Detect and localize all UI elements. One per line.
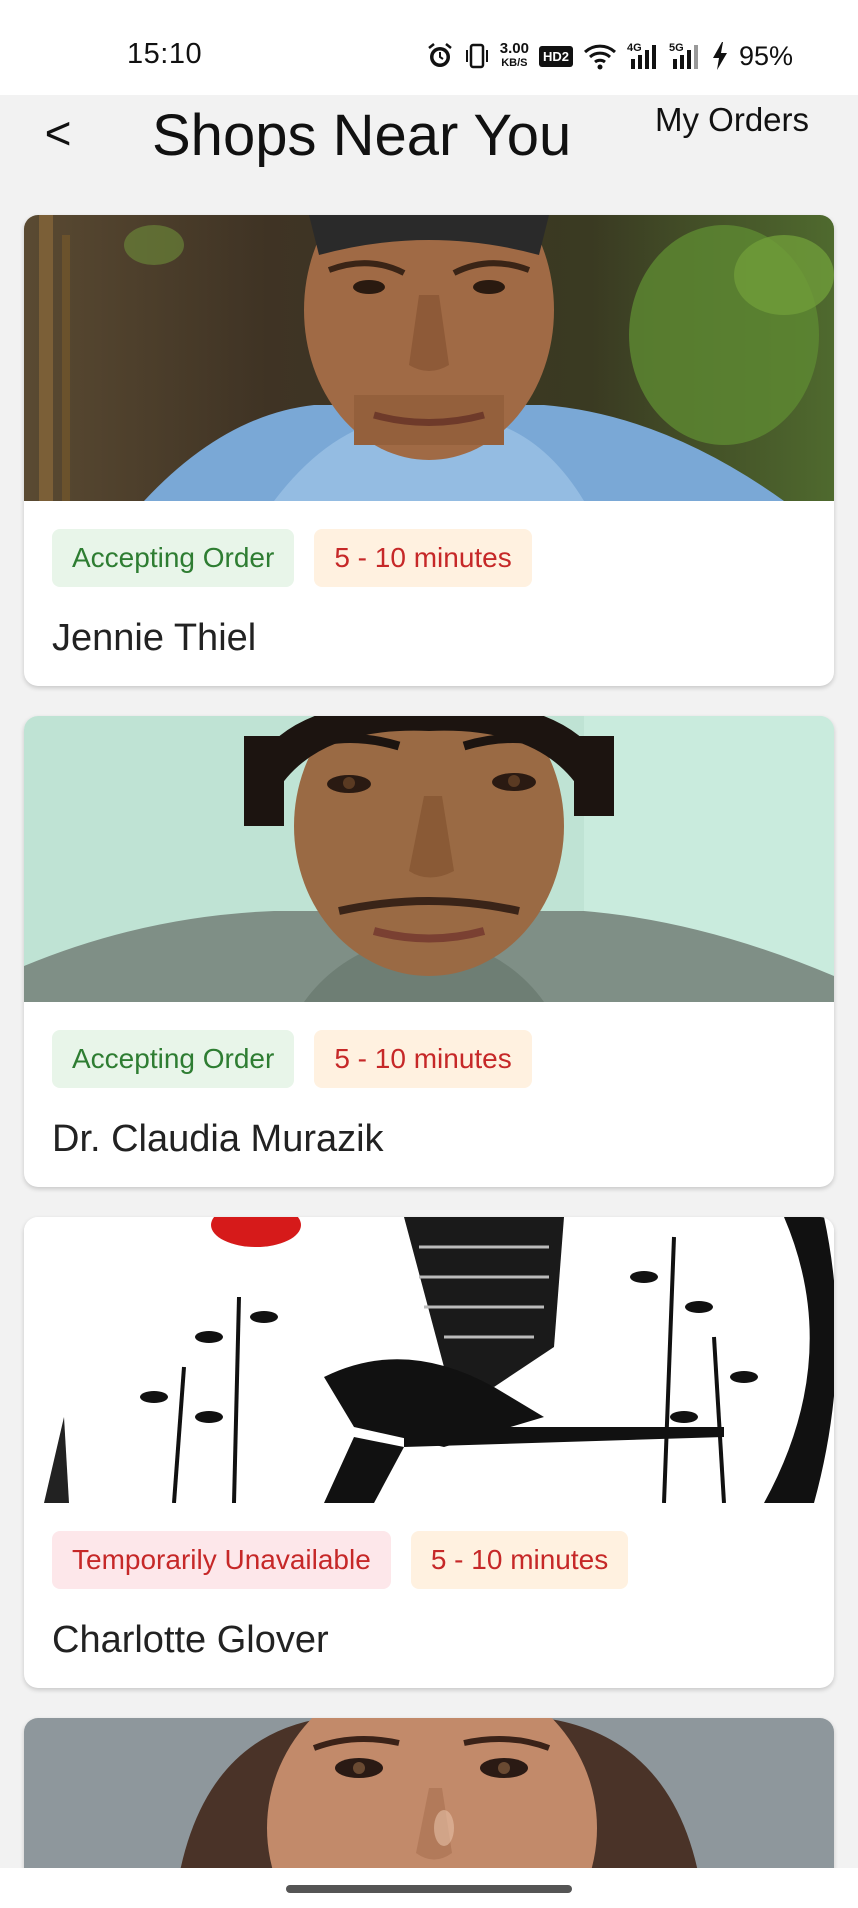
status-time: 15:10 [127, 38, 203, 70]
eta-badge: 5 - 10 minutes [314, 1030, 532, 1088]
shop-image [24, 716, 834, 1002]
shop-image [24, 215, 834, 501]
home-indicator[interactable] [286, 1885, 572, 1893]
shop-card[interactable]: Temporarily Unavailable 5 - 10 minutes C… [24, 1217, 834, 1688]
status-bar: 15:10 3.00 KB/S HD2 4G 5G 95% [0, 0, 858, 95]
status-icons: 3.00 KB/S HD2 4G 5G 95% [426, 36, 793, 76]
shop-name: Jennie Thiel [52, 617, 257, 659]
shop-badges: Accepting Order 5 - 10 minutes [52, 1030, 532, 1088]
shop-image [24, 1217, 834, 1503]
battery-percent: 95% [738, 40, 793, 71]
hd-badge: HD2 [538, 45, 573, 67]
charging-icon [711, 41, 729, 71]
status-badge: Accepting Order [52, 1030, 295, 1088]
vibrate-icon [464, 42, 490, 70]
sim1-label: 4G [627, 42, 642, 54]
signal-icon: 5G [669, 41, 701, 71]
eta-badge: 5 - 10 minutes [410, 1531, 629, 1589]
shop-badges: Temporarily Unavailable 5 - 10 minutes [52, 1531, 629, 1589]
shop-card[interactable]: Accepting Order 5 - 10 minutes Dr. Claud… [24, 716, 834, 1187]
speed-unit: KB/S [501, 57, 528, 69]
shop-card[interactable]: Accepting Order 5 - 10 minutes Jennie Th… [24, 215, 834, 686]
my-orders-link[interactable]: My Orders [655, 100, 809, 140]
shop-name: Dr. Claudia Murazik [52, 1118, 384, 1160]
signal-icon: 4G [627, 41, 659, 71]
status-badge: Accepting Order [52, 529, 295, 587]
sim2-label: 5G [669, 42, 684, 54]
eta-badge: 5 - 10 minutes [314, 529, 532, 587]
network-speed: 3.00 KB/S [499, 40, 529, 70]
alarm-icon [426, 42, 454, 70]
status-badge: Temporarily Unavailable [52, 1531, 391, 1589]
page-title: Shops Near You [152, 103, 572, 168]
speed-value: 3.00 [499, 40, 529, 57]
back-button[interactable]: < [40, 108, 76, 158]
wifi-icon [583, 42, 617, 70]
shop-name: Charlotte Glover [52, 1619, 329, 1661]
shop-badges: Accepting Order 5 - 10 minutes [52, 529, 532, 587]
